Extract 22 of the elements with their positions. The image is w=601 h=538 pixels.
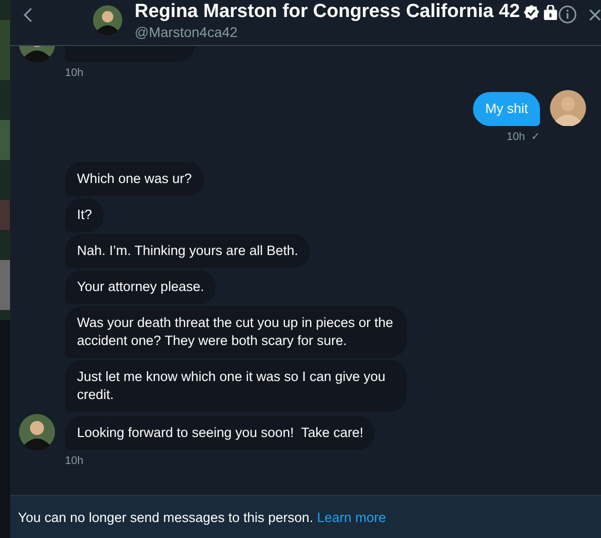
lock-icon [543, 4, 558, 20]
blocked-notice: You can no longer send messages to this person. Learn more [18, 510, 386, 524]
close-icon[interactable] [589, 9, 601, 21]
info-icon[interactable] [558, 5, 577, 24]
message-bubble: Looking forward to seeing you soon! Take care! [65, 416, 376, 450]
message-bubble: My shit [473, 92, 540, 126]
avatar[interactable] [550, 90, 586, 126]
account-name: Regina Marston for Congress California 42 [134, 1, 520, 23]
message-bubble: Your attorney please. [65, 270, 216, 304]
account-handle: @Marston4ca42 [134, 23, 239, 41]
avatar[interactable] [19, 414, 55, 450]
message-bubble: Which one was ur? [65, 162, 204, 196]
timestamp: 10h [65, 66, 84, 80]
timestamp: 10h [65, 454, 84, 468]
message-bubble: Nah. I’m. Thinking yours are all Beth. [65, 234, 310, 268]
message-bubble: Just let me know which one it was so I can give you credit. [65, 360, 407, 412]
timestamp: 10h [506, 130, 525, 144]
back-icon[interactable] [22, 5, 34, 25]
message-bubble: It? [65, 198, 104, 232]
message-bubble: Was your death threat the cut you up in pieces or the accident one? They were both scary for sure. [65, 306, 407, 358]
sent-status: ✓ [531, 130, 540, 144]
learn-more-link[interactable]: Learn more [316, 510, 386, 524]
